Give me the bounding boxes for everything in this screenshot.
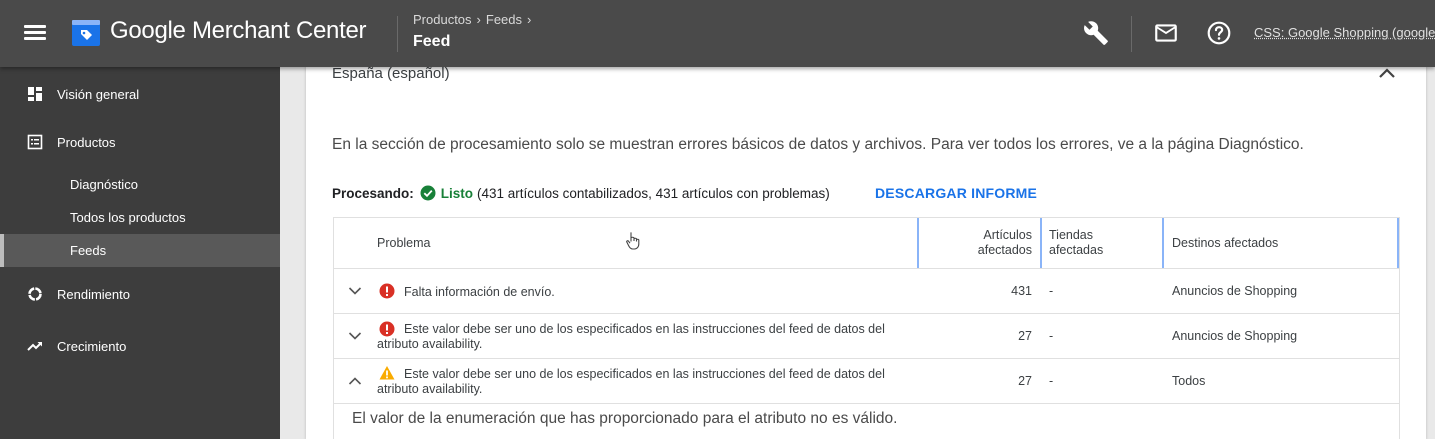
issues-table: Problema Artículos afectados Tiendas afect… (333, 217, 1400, 439)
problem-text: Falta información de envío. (404, 285, 555, 299)
column-divider[interactable] (1040, 218, 1042, 268)
sidebar-item-vision-general[interactable]: Visión general (0, 77, 280, 111)
column-header-destinations[interactable]: Destinos afectados (1172, 218, 1278, 268)
affected-items: 27 (1018, 329, 1032, 343)
section-title: España (español) (332, 65, 450, 82)
column-header-problem[interactable]: Problema (377, 218, 431, 268)
hand-cursor-icon (626, 232, 640, 250)
table-row[interactable]: Falta información de envío. 431 - Anunci… (334, 268, 1399, 313)
sidebar-item-label: Crecimiento (57, 338, 127, 354)
column-header-stores[interactable]: Tiendas afectadas (1049, 218, 1103, 268)
sidebar-item-diagnostico[interactable]: Diagnóstico (0, 168, 280, 201)
error-icon (379, 283, 395, 299)
top-app-bar: Google Merchant Center Productos › Feeds › … (0, 0, 1435, 67)
sidebar-item-todos-los-productos[interactable]: Todos los productos (0, 201, 280, 234)
download-report-button[interactable]: DESCARGAR INFORME (875, 185, 1037, 201)
sidebar-item-feeds[interactable]: Feeds (0, 234, 280, 267)
header-stores-line2: afectadas (1049, 243, 1104, 257)
divider (1131, 16, 1132, 52)
mail-icon[interactable] (1153, 20, 1179, 46)
sidebar-item-label: Feeds (70, 243, 107, 258)
divider (397, 16, 398, 52)
affected-stores: - (1049, 329, 1054, 343)
processing-detail: (431 artículos contabilizados, 431 artíc… (477, 185, 830, 201)
problem-text-continued: atributo availability. (377, 382, 483, 396)
header-items-line2: afectados (977, 243, 1032, 257)
merchant-center-logo (72, 20, 100, 46)
donut-icon (28, 287, 42, 301)
sidebar-item-label: Productos (57, 134, 116, 150)
problem-text-continued: atributo availability. (377, 337, 483, 351)
sidebar-item-label: Diagnóstico (70, 177, 138, 192)
app-title[interactable]: Google Merchant Center (110, 17, 367, 45)
sidebar-item-label: Visión general (57, 86, 140, 102)
problem-text: Este valor debe ser uno de los especific… (404, 322, 885, 336)
affected-stores: - (1049, 374, 1054, 388)
help-icon[interactable] (1206, 20, 1232, 46)
breadcrumb: Productos › Feeds › (413, 12, 536, 27)
column-divider[interactable] (917, 218, 919, 268)
affected-items: 431 (1011, 284, 1032, 298)
problem-text: Este valor debe ser uno de los especific… (404, 367, 885, 381)
affected-destinations: Anuncios de Shopping (1172, 284, 1298, 298)
chevron-up-icon[interactable] (348, 376, 362, 386)
processing-label: Procesando: (332, 185, 414, 201)
affected-destinations: Anuncios de Shopping (1172, 329, 1298, 343)
chevron-down-icon[interactable] (348, 331, 362, 341)
column-header-items[interactable]: Artículos afectados (934, 218, 1032, 268)
breadcrumb-separator: › (476, 12, 481, 27)
wrench-icon[interactable] (1083, 20, 1109, 46)
row-detail-panel: El valor de la enumeración que has propo… (334, 403, 1399, 439)
table-row[interactable]: Este valor debe ser uno de los especific… (334, 313, 1399, 358)
affected-stores: - (1049, 284, 1054, 298)
processing-status: Procesando: Listo (431 artículos contabi… (332, 185, 830, 201)
affected-items: 27 (1018, 374, 1032, 388)
processing-state: Listo (440, 185, 474, 201)
warning-icon (379, 366, 395, 380)
header-stores-line1: Tiendas (1049, 228, 1094, 242)
account-switcher[interactable]: CSS: Google Shopping (google. (1254, 25, 1435, 40)
breadcrumb-separator: › (527, 12, 532, 27)
header-items-line1: Artículos (983, 228, 1032, 242)
sidebar-item-crecimiento[interactable]: Crecimiento (0, 329, 280, 363)
dashboard-icon (28, 87, 42, 101)
trending-up-icon (27, 342, 42, 351)
sidebar-item-productos[interactable]: Productos (0, 125, 280, 159)
column-divider[interactable] (1397, 218, 1399, 268)
check-circle-icon (420, 185, 436, 201)
feed-card: España (español) En la sección de proces… (306, 60, 1426, 439)
sidebar-item-rendimiento[interactable]: Rendimiento (0, 277, 280, 311)
issue-detail-text: El valor de la enumeración que has propo… (352, 410, 898, 427)
page-title: Feed (413, 33, 451, 50)
chevron-up-icon[interactable] (1378, 66, 1396, 80)
breadcrumb-productos[interactable]: Productos (413, 12, 472, 27)
column-divider[interactable] (1162, 218, 1164, 268)
error-icon (379, 321, 395, 337)
chevron-down-icon[interactable] (348, 286, 362, 296)
affected-destinations: Todos (1172, 374, 1206, 388)
list-icon (27, 134, 43, 150)
table-row-expanded[interactable]: Este valor debe ser uno de los especific… (334, 358, 1399, 403)
sidebar: Visión general Productos Diagnóstico Tod… (0, 67, 280, 439)
sidebar-item-label: Todos los productos (70, 210, 186, 225)
breadcrumb-feeds[interactable]: Feeds (486, 12, 522, 27)
sidebar-item-label: Rendimiento (57, 286, 130, 302)
menu-icon[interactable] (22, 22, 48, 44)
info-message: En la sección de procesamiento solo se m… (332, 136, 1304, 153)
